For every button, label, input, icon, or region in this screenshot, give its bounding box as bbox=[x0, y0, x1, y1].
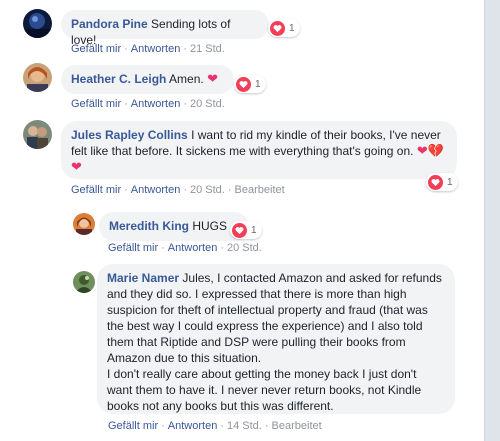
reply-button[interactable]: Antworten bbox=[168, 420, 218, 432]
love-icon bbox=[270, 20, 285, 36]
commenter-name[interactable]: Pandora Pine bbox=[71, 17, 148, 31]
comment-bubble: Heather C. Leigh Amen. ❤ bbox=[61, 65, 234, 94]
timestamp[interactable]: 21 Std. bbox=[190, 43, 225, 55]
commenter-name[interactable]: Jules Rapley Collins bbox=[71, 128, 188, 142]
commenter-name[interactable]: Meredith King bbox=[109, 219, 189, 233]
timestamp[interactable]: 14 Std. bbox=[227, 420, 262, 432]
comment-actions: Gefällt mir · Antworten · 20 Std. bbox=[108, 242, 262, 254]
reply-button[interactable]: Antworten bbox=[168, 242, 218, 254]
reply-button[interactable]: Antworten bbox=[131, 98, 181, 110]
like-button[interactable]: Gefällt mir bbox=[71, 98, 121, 110]
comment-bubble: Jules Rapley Collins I want to rid my ki… bbox=[61, 121, 457, 179]
comment-bubble: Pandora Pine Sending lots of love! bbox=[61, 10, 269, 47]
love-icon bbox=[232, 222, 247, 238]
love-icon bbox=[428, 174, 443, 190]
like-button[interactable]: Gefällt mir bbox=[108, 420, 158, 432]
avatar[interactable] bbox=[23, 9, 52, 38]
avatar[interactable] bbox=[73, 271, 95, 293]
reaction-number: 1 bbox=[447, 176, 453, 188]
comment-text-continued: I don't really care about getting the mo… bbox=[107, 367, 422, 413]
timestamp[interactable]: 20 Std. bbox=[227, 242, 262, 254]
heart-emoji: ❤ bbox=[207, 71, 218, 86]
scroll-gutter bbox=[484, 0, 500, 441]
reaction-count[interactable]: 1 bbox=[268, 19, 300, 37]
love-icon bbox=[236, 76, 251, 92]
reaction-number: 1 bbox=[251, 224, 257, 236]
reply-button[interactable]: Antworten bbox=[131, 43, 181, 55]
reply-button[interactable]: Antworten bbox=[131, 184, 181, 196]
edited-label[interactable]: Bearbeitet bbox=[235, 184, 285, 196]
avatar[interactable] bbox=[23, 63, 52, 92]
edited-label[interactable]: Bearbeitet bbox=[272, 420, 322, 432]
reaction-number: 1 bbox=[289, 22, 295, 34]
reaction-count[interactable]: 1 bbox=[426, 173, 458, 191]
comment-actions: Gefällt mir · Antworten · 14 Std. · Bearbeitet bbox=[108, 420, 322, 432]
comment-text: Amen. bbox=[169, 72, 204, 86]
reaction-count[interactable]: 1 bbox=[234, 75, 266, 93]
timestamp[interactable]: 20 Std. bbox=[190, 98, 225, 110]
like-button[interactable]: Gefällt mir bbox=[71, 43, 121, 55]
like-button[interactable]: Gefällt mir bbox=[71, 184, 121, 196]
commenter-name[interactable]: Heather C. Leigh bbox=[71, 72, 166, 86]
commenter-name[interactable]: Marie Namer bbox=[107, 271, 179, 285]
avatar[interactable] bbox=[73, 213, 95, 235]
comments-panel: Pandora Pine Sending lots of love! 1 Gef… bbox=[0, 0, 484, 441]
comment-bubble: Marie Namer Jules, I contacted Amazon an… bbox=[97, 264, 455, 414]
reaction-count[interactable]: 1 bbox=[230, 221, 262, 239]
comment-bubble: Meredith King HUGS bbox=[99, 212, 249, 241]
comment-actions: Gefällt mir · Antworten · 20 Std. · Bearbeitet bbox=[71, 184, 285, 196]
timestamp[interactable]: 20 Std. bbox=[190, 184, 225, 196]
avatar[interactable] bbox=[23, 120, 52, 149]
comment-actions: Gefällt mir · Antworten · 20 Std. bbox=[71, 98, 225, 110]
reaction-number: 1 bbox=[255, 78, 261, 90]
comment-actions: Gefällt mir · Antworten · 21 Std. bbox=[71, 43, 225, 55]
like-button[interactable]: Gefällt mir bbox=[108, 242, 158, 254]
comment-text: HUGS bbox=[192, 219, 228, 233]
comment-text: Jules, I contacted Amazon and asked for … bbox=[107, 271, 442, 365]
